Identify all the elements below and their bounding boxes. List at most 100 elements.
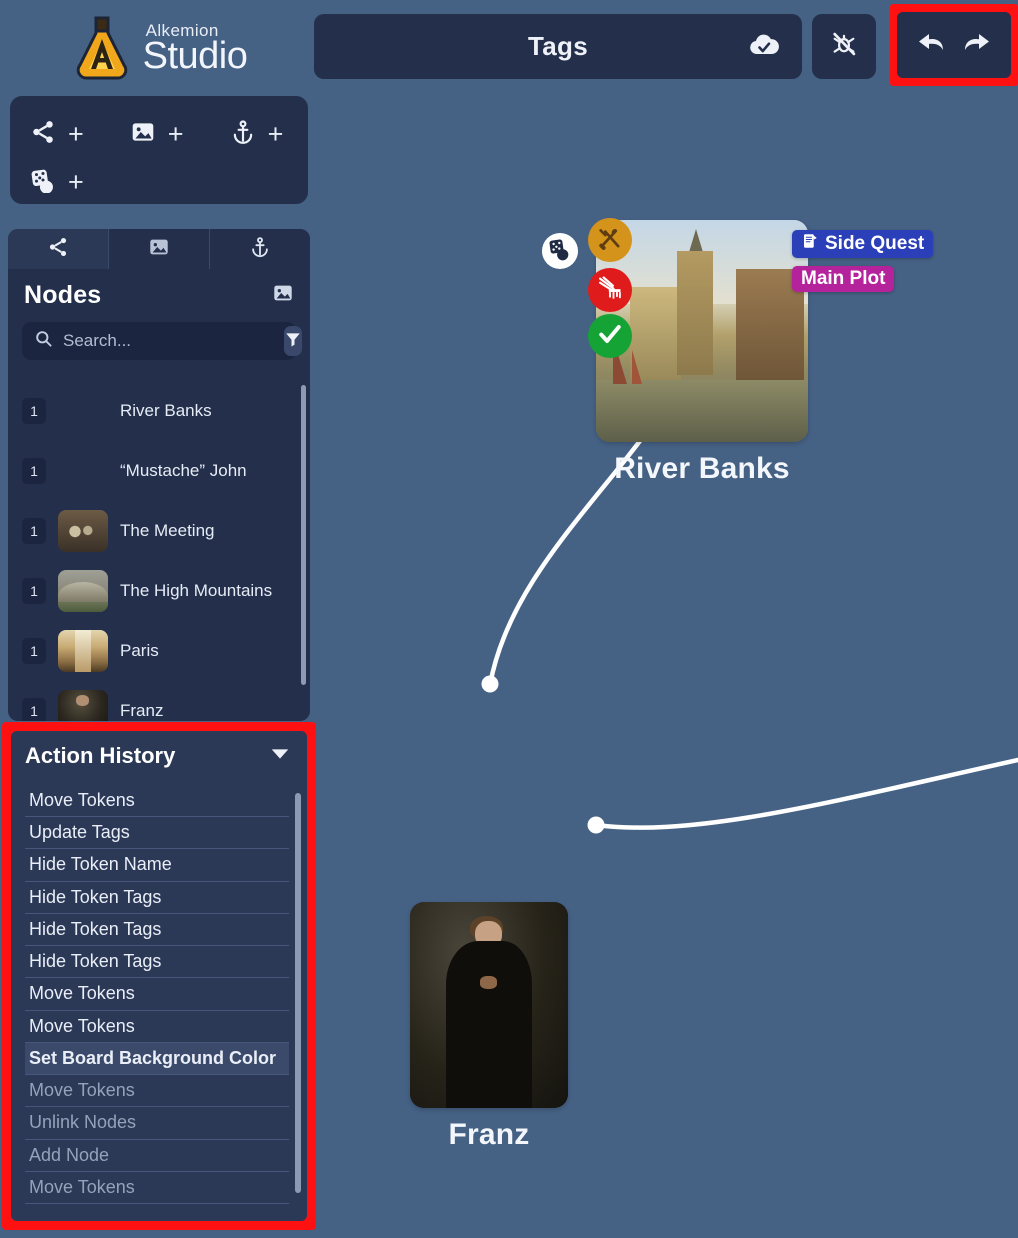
action-history-scrollbar[interactable]	[295, 793, 301, 1193]
chevron-down-icon[interactable]	[269, 746, 291, 767]
add-anchor-plus: +	[267, 118, 284, 149]
tag-main-plot[interactable]: Main Plot	[792, 266, 895, 292]
list-item[interactable]: 1 The Meeting	[8, 501, 310, 561]
node-label: Franz	[120, 701, 164, 720]
filter-icon	[284, 330, 302, 353]
action-history-item[interactable]: Hide Token Tags	[25, 882, 289, 914]
action-history-item[interactable]: Move Tokens	[25, 978, 289, 1011]
action-history-highlight: Action History Move Tokens Update Tags Hid…	[2, 722, 316, 1230]
node-instance-count: 1	[22, 638, 46, 664]
action-history-item[interactable]: Move Tokens	[25, 1172, 289, 1205]
action-history-title: Action History	[25, 743, 176, 768]
add-node-button[interactable]: +	[30, 119, 84, 150]
dice-icon	[548, 237, 572, 266]
action-history-item[interactable]: Move Tokens	[25, 1011, 289, 1043]
franz-artwork	[410, 902, 568, 1108]
token-franz[interactable]: Franz	[410, 902, 570, 1152]
node-label: Paris	[120, 641, 159, 660]
action-history-item[interactable]: Update Tags	[25, 817, 289, 850]
nodes-list[interactable]: 1 River Banks 1 “Mustache” John 1 The Meeting…	[8, 381, 310, 721]
action-history-item[interactable]: Hide Token Tags	[25, 914, 289, 947]
action-history-header: Action History	[11, 731, 307, 777]
list-item[interactable]: 1 Paris	[8, 621, 310, 681]
share-nodes-icon	[30, 119, 56, 150]
add-toolbar-row-1: + + +	[30, 110, 288, 158]
node-instance-count: 1	[22, 698, 46, 721]
search-icon	[34, 329, 53, 353]
app-logo-text: Alkemion Studio	[143, 22, 248, 75]
action-history-item[interactable]: Set Board Background Color	[25, 1042, 289, 1076]
node-thumbnail	[58, 390, 108, 432]
add-image-button[interactable]: +	[130, 119, 184, 150]
check-badge[interactable]	[588, 314, 632, 358]
token-name: River Banks	[614, 452, 790, 485]
add-toolbar-row-2: +	[30, 158, 288, 206]
action-history-item[interactable]: Move Tokens	[25, 1075, 289, 1108]
list-item[interactable]: 1 The High Mountains	[8, 561, 310, 621]
node-label: The Meeting	[120, 521, 215, 540]
dice-badge[interactable]	[542, 233, 578, 269]
add-image-plus: +	[167, 118, 184, 149]
app-logo: Alkemion Studio	[0, 8, 318, 88]
tab-nodes[interactable]	[8, 229, 109, 269]
nodes-list-scrollbar[interactable]	[301, 385, 306, 685]
edge-franz-offscreen	[593, 757, 1018, 830]
filter-button[interactable]	[284, 326, 302, 356]
search-input[interactable]	[53, 331, 284, 351]
panel-tabs	[8, 229, 310, 269]
action-history-item[interactable]: Add Node	[25, 1140, 289, 1172]
node-instance-count: 1	[22, 578, 46, 604]
scroll-quill-icon	[801, 232, 819, 256]
node-instance-count: 1	[22, 458, 46, 484]
token-image[interactable]	[410, 902, 568, 1108]
dice-icon	[30, 167, 56, 198]
node-label: The High Mountains	[120, 581, 273, 600]
add-dice-button[interactable]: +	[30, 167, 84, 198]
token-river-banks[interactable]: Side Quest Main Plot River Banks	[542, 218, 934, 486]
list-item[interactable]: 1 “Mustache” John	[8, 441, 310, 501]
action-history-item[interactable]: Hide Token Tags	[25, 946, 289, 979]
tag-label: Side Quest	[825, 233, 925, 254]
action-history-item[interactable]: Unlink Nodes	[25, 1107, 289, 1140]
brand-line-2: Studio	[142, 34, 248, 77]
node-thumbnail	[58, 570, 108, 612]
action-history-item[interactable]: Hide Token Name	[25, 849, 289, 882]
add-anchor-button[interactable]: +	[230, 118, 284, 150]
bloody-dagger-badge[interactable]	[588, 268, 632, 312]
share-nodes-icon	[47, 236, 69, 263]
tab-anchors[interactable]	[210, 229, 310, 269]
crossed-tools-icon	[596, 224, 624, 257]
bloody-dagger-icon	[596, 274, 624, 307]
search-bar	[22, 322, 302, 360]
node-thumbnail	[58, 510, 108, 552]
image-icon	[130, 119, 156, 150]
node-label: “Mustache” John	[120, 461, 247, 480]
node-thumbnail	[58, 690, 108, 721]
nodes-panel: Nodes Search... 1 River Banks 1 “Mustach…	[8, 269, 310, 721]
node-instance-count: 1	[22, 398, 46, 424]
image-icon	[148, 236, 170, 263]
anchor-icon	[249, 236, 271, 263]
tag-side-quest[interactable]: Side Quest	[792, 230, 934, 258]
page-title: Nodes	[24, 281, 102, 309]
action-history-panel: Action History Move Tokens Update Tags Hid…	[11, 731, 307, 1221]
add-node-plus: +	[68, 118, 84, 149]
edge-handle-franz-right[interactable]	[587, 816, 605, 834]
alkemion-flask-icon	[71, 15, 133, 81]
action-history-item[interactable]: Move Tokens	[25, 785, 289, 818]
action-history-list[interactable]: Move Tokens Update Tags Hide Token Name Hid…	[11, 785, 307, 1221]
tag-label: Main Plot	[801, 268, 886, 289]
left-sidebar: Alkemion Studio + + + + Nodes Search... …	[0, 0, 318, 1238]
node-thumbnail	[58, 450, 108, 492]
anchor-icon	[230, 119, 256, 150]
node-instance-count: 1	[22, 518, 46, 544]
board-canvas[interactable]: Side Quest Main Plot River Banks Franz	[318, 0, 1018, 1238]
node-thumbnail	[58, 630, 108, 672]
image-icon[interactable]	[272, 282, 294, 309]
list-item[interactable]: 1 River Banks	[8, 381, 310, 441]
tab-images[interactable]	[109, 229, 210, 269]
edge-handle-franz-top[interactable]	[481, 675, 499, 693]
tools-badge[interactable]	[588, 218, 632, 262]
list-item[interactable]: 1 Franz	[8, 681, 310, 721]
node-label: River Banks	[120, 401, 212, 420]
